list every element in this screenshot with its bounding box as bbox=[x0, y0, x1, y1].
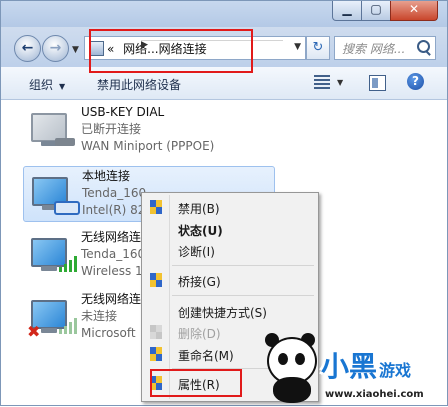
connection-name: 无线网络连 bbox=[81, 230, 142, 244]
recent-pages-dropdown-icon[interactable]: ▼ bbox=[72, 45, 79, 55]
maximize-icon: ▢ bbox=[370, 2, 382, 16]
refresh-button[interactable]: ↻ bbox=[306, 36, 330, 60]
connection-item-usb-key-dial[interactable]: USB-KEY DIAL 已断开连接 WAN Miniport (PPPOE) bbox=[23, 103, 275, 159]
connection-status: Tenda_160 bbox=[82, 186, 147, 200]
menu-item-label: 状态(U) bbox=[178, 224, 223, 238]
back-button[interactable]: ← bbox=[14, 35, 41, 62]
wireless-connection-icon: ✖ bbox=[27, 296, 77, 340]
menu-item-label: 重命名(M) bbox=[178, 349, 234, 363]
menu-separator bbox=[172, 265, 314, 266]
view-options-icon[interactable] bbox=[314, 75, 330, 89]
menu-item-label: 删除(D) bbox=[178, 327, 221, 341]
watermark: 小黑 游戏 www.xiaohei.com bbox=[259, 331, 447, 407]
connection-status: Tenda_160 bbox=[81, 247, 146, 261]
connection-device: Microsoft bbox=[81, 326, 136, 340]
uac-shield-icon bbox=[150, 273, 163, 288]
dialup-connection-icon bbox=[31, 109, 77, 153]
preview-pane-icon[interactable] bbox=[369, 75, 386, 91]
ethernet-connection-icon bbox=[32, 173, 80, 217]
uac-shield-icon bbox=[150, 347, 163, 362]
explorer-window: ▁ ▢ ✕ ← → ▼ « 网络... ▶ 网络连接 ▶ ▼ ↻ 搜索 网络... 组… bbox=[0, 0, 448, 406]
connection-device: WAN Miniport (PPPOE) bbox=[81, 139, 215, 153]
chevron-down-icon: ▼ bbox=[59, 82, 66, 91]
menu-item-create-shortcut[interactable]: 创建快捷方式(S) bbox=[144, 300, 316, 322]
maximize-button[interactable]: ▢ bbox=[361, 1, 391, 21]
close-button[interactable]: ✕ bbox=[390, 1, 438, 21]
menu-item-disable[interactable]: 禁用(B) bbox=[144, 196, 316, 218]
address-highlight-box bbox=[89, 29, 253, 73]
minimize-button[interactable]: ▁ bbox=[332, 1, 362, 21]
search-placeholder: 搜索 网络... bbox=[342, 42, 406, 56]
uac-shield-icon bbox=[150, 325, 163, 340]
organize-label: 组织 bbox=[29, 78, 54, 92]
connection-device: Wireless 1 bbox=[81, 264, 143, 278]
menu-item-label: 桥接(G) bbox=[178, 275, 221, 289]
disable-device-button[interactable]: 禁用此网络设备 bbox=[97, 76, 181, 93]
watermark-logo-suffix: 游戏 bbox=[379, 361, 412, 380]
disconnected-x-icon: ✖ bbox=[27, 322, 41, 341]
uac-shield-icon bbox=[150, 200, 163, 215]
menu-item-label: 创建快捷方式(S) bbox=[178, 306, 267, 320]
connection-name: USB-KEY DIAL bbox=[81, 105, 165, 119]
back-arrow-icon: ← bbox=[21, 40, 34, 56]
wireless-connection-icon bbox=[31, 234, 77, 278]
menu-item-diagnose[interactable]: 诊断(I) bbox=[144, 239, 316, 261]
signal-bars-icon bbox=[59, 256, 77, 272]
menu-separator bbox=[172, 295, 314, 296]
forward-arrow-icon: → bbox=[49, 40, 62, 56]
chevron-down-icon[interactable]: ▼ bbox=[337, 78, 343, 87]
signal-bars-icon bbox=[59, 318, 77, 334]
close-icon: ✕ bbox=[408, 2, 420, 16]
minimize-icon: ▁ bbox=[342, 2, 352, 16]
properties-highlight-box bbox=[150, 369, 242, 397]
menu-item-label: 诊断(I) bbox=[178, 245, 215, 259]
menu-item-status[interactable]: 状态(U) bbox=[144, 218, 316, 240]
search-icon bbox=[417, 40, 430, 53]
watermark-url: www.xiaohei.com bbox=[325, 389, 424, 400]
connection-name: 本地连接 bbox=[82, 169, 131, 183]
address-dropdown-icon[interactable]: ▼ bbox=[294, 42, 301, 52]
search-input[interactable]: 搜索 网络... bbox=[334, 36, 436, 60]
connection-status: 已断开连接 bbox=[81, 122, 142, 136]
forward-button[interactable]: → bbox=[42, 35, 69, 62]
title-bar: ▁ ▢ ✕ bbox=[1, 1, 447, 27]
help-icon[interactable]: ? bbox=[407, 73, 424, 90]
refresh-icon: ↻ bbox=[312, 40, 324, 55]
connection-name: 无线网络连 bbox=[81, 292, 142, 306]
menu-item-label: 禁用(B) bbox=[178, 202, 220, 216]
menu-item-bridge[interactable]: 桥接(G) bbox=[144, 269, 316, 291]
organize-button[interactable]: 组织 ▼ bbox=[29, 76, 65, 93]
connection-status: 未连接 bbox=[81, 309, 118, 323]
watermark-logo: 小黑 游戏 bbox=[321, 345, 445, 385]
connection-device: Intel(R) 82 bbox=[82, 203, 146, 217]
watermark-logo-text: 小黑 bbox=[321, 350, 378, 383]
